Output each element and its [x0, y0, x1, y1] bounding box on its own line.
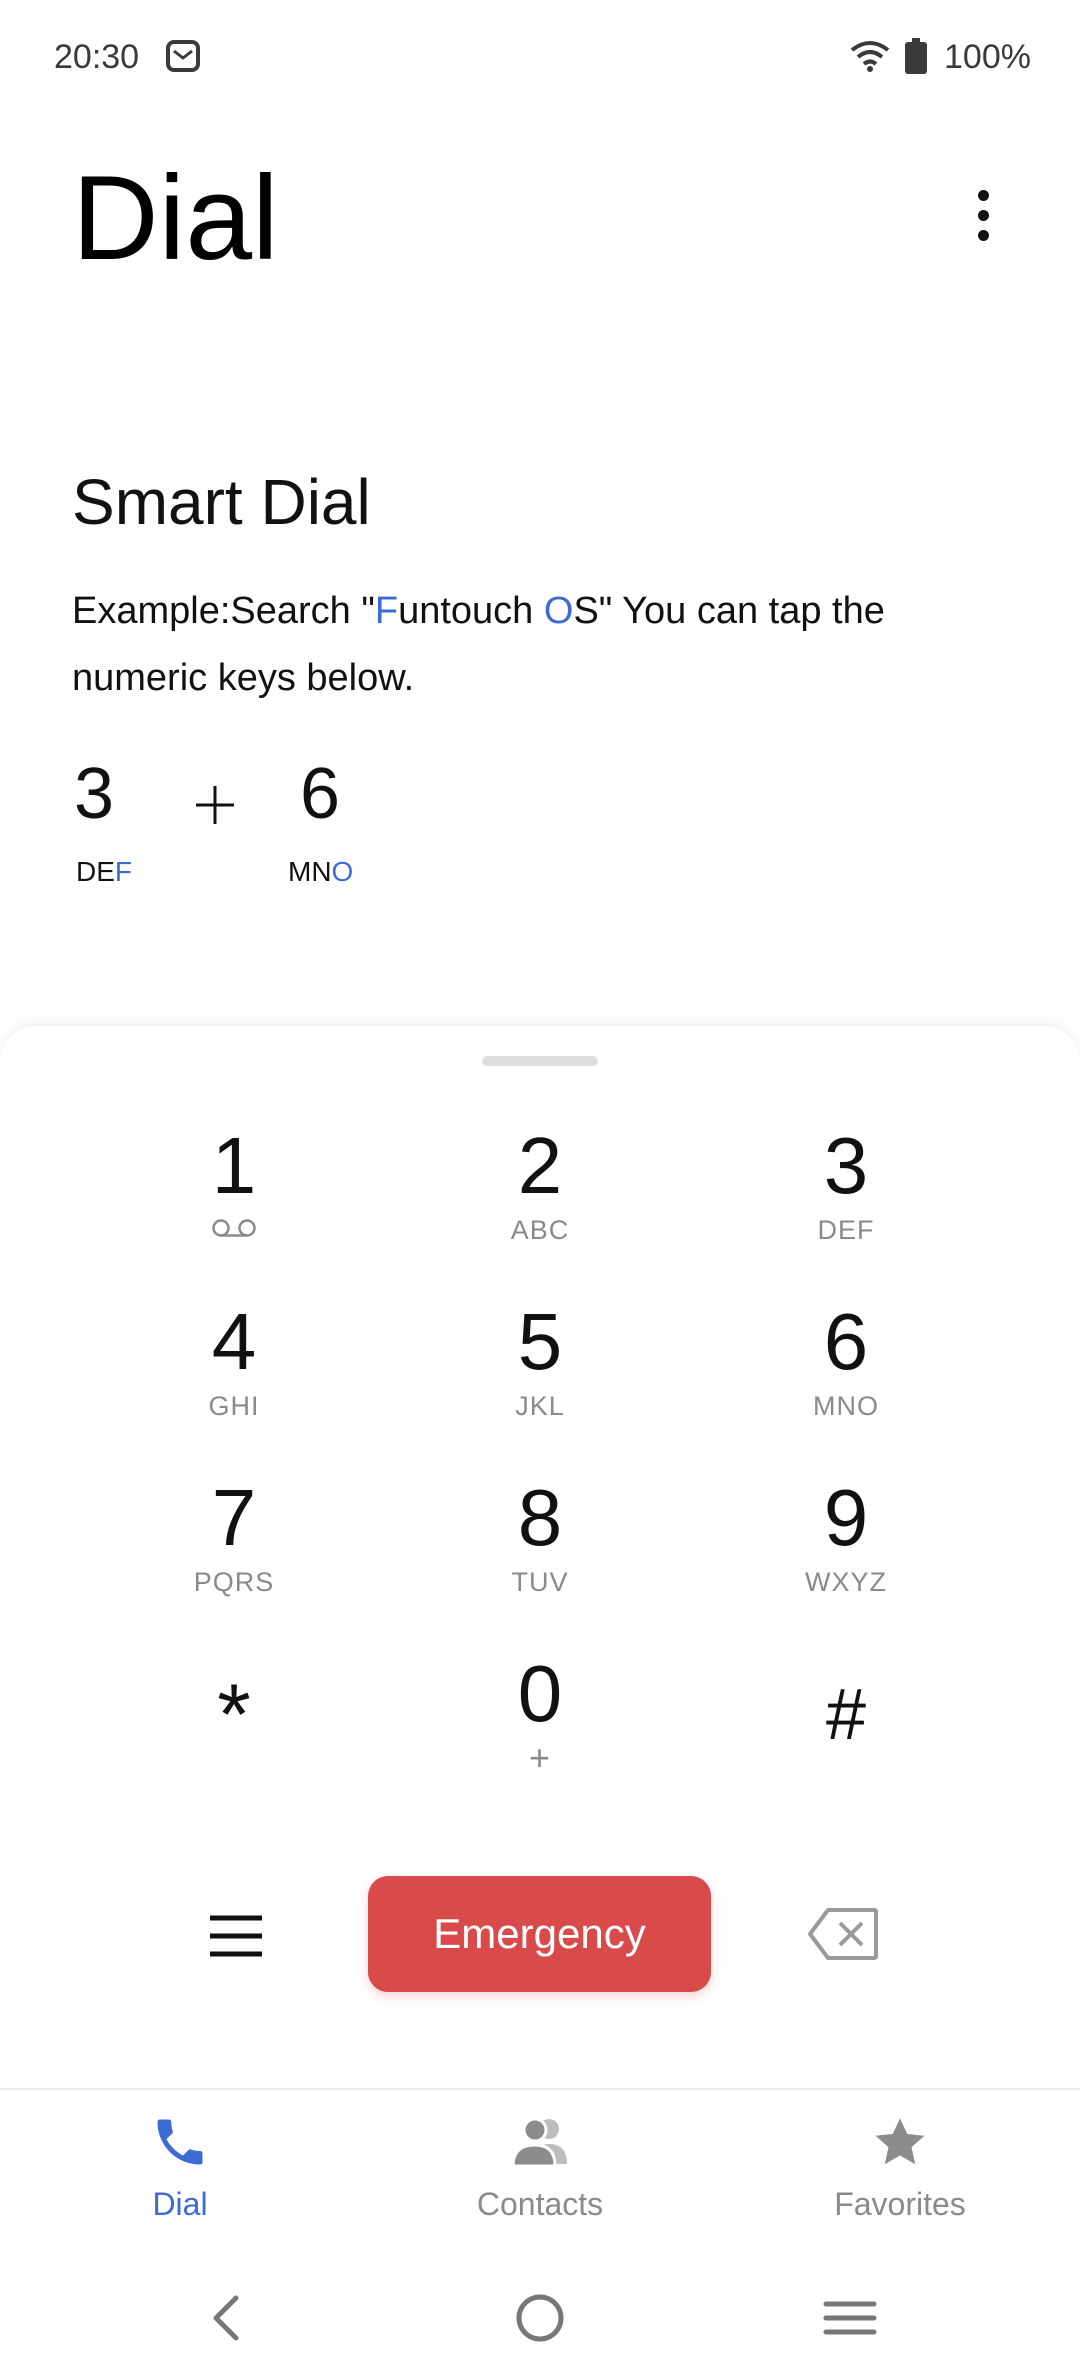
key-hash[interactable]: # [736, 1660, 956, 1820]
smart-dial-description: Example:Search "Funtouch OS" You can tap… [72, 578, 1012, 712]
key-5[interactable]: 5 JKL [430, 1296, 650, 1456]
status-time: 20:30 [54, 38, 140, 76]
contacts-icon [511, 2117, 567, 2168]
recents-icon[interactable] [810, 2290, 890, 2346]
page-title: Dial [72, 151, 279, 285]
example-letters-highlight: F [114, 856, 133, 887]
tip-highlight-o: O [543, 590, 574, 632]
example-letters-base: DE [76, 856, 115, 887]
key-digit: 9 [823, 1473, 869, 1562]
key-letters: ABC [510, 1215, 570, 1245]
nav-dial[interactable]: Dial [60, 2112, 300, 2242]
key-digit: 8 [517, 1473, 563, 1562]
nav-contacts[interactable]: Contacts [420, 2112, 660, 2242]
key-6[interactable]: 6 MNO [736, 1296, 956, 1456]
voicemail-icon [212, 1219, 256, 1237]
example-letters-highlight: O [331, 856, 354, 887]
more-vertical-icon [977, 189, 989, 201]
key-digit: 0 [517, 1649, 563, 1738]
example-digit-6: 6 [300, 754, 341, 834]
key-digit: 1 [211, 1121, 257, 1210]
dialpad-drag-handle[interactable] [482, 1056, 598, 1066]
mail-icon [166, 40, 200, 72]
key-digit: 3 [823, 1121, 869, 1210]
tip-text-prefix: Example:Search " [72, 590, 375, 632]
key-letters: GHI [208, 1391, 260, 1421]
key-digit: 6 [823, 1297, 869, 1386]
nav-label: Contacts [476, 2186, 604, 2222]
key-0[interactable]: 0 + [430, 1648, 650, 1808]
key-star[interactable]: * [124, 1660, 344, 1820]
key-9[interactable]: 9 WXYZ [736, 1472, 956, 1632]
key-3[interactable]: 3 DEF [736, 1120, 956, 1280]
key-8[interactable]: 8 TUV [430, 1472, 650, 1632]
home-icon[interactable] [500, 2290, 580, 2346]
example-letters-mno: MNO [288, 856, 353, 888]
key-digit: 5 [517, 1297, 563, 1386]
example-letters-def: DEF [76, 856, 132, 888]
plus-icon [196, 786, 234, 824]
more-vertical-icon-dot [977, 229, 989, 241]
status-bar: 20:30 100% [0, 0, 1080, 116]
key-letters: PQRS [193, 1567, 275, 1597]
star-icon [875, 2118, 925, 2165]
key-1[interactable]: 1 [124, 1120, 344, 1280]
more-options-button[interactable] [958, 170, 1008, 260]
battery-icon [905, 38, 927, 74]
wifi-icon [850, 41, 890, 72]
smart-dial-title: Smart Dial [72, 466, 371, 538]
key-letters: TUV [511, 1567, 569, 1597]
key-letters: DEF [817, 1215, 875, 1245]
battery-percentage: 100% [944, 38, 1031, 76]
nav-label: Favorites [834, 2186, 966, 2222]
example-digit-3: 3 [74, 754, 115, 834]
more-vertical-icon-dot [977, 209, 989, 221]
key-letters: MNO [813, 1391, 879, 1421]
key-letters: + [528, 1737, 552, 1778]
key-4[interactable]: 4 GHI [124, 1296, 344, 1456]
key-2[interactable]: 2 ABC [430, 1120, 650, 1280]
tip-highlight-f: F [374, 590, 399, 632]
key-digit: 7 [211, 1473, 257, 1562]
nav-label: Dial [152, 2186, 208, 2222]
emergency-button[interactable]: Emergency [368, 1876, 711, 1992]
back-icon[interactable] [188, 2290, 268, 2346]
tip-text-mid: untouch [398, 590, 544, 632]
phone-icon [157, 2119, 203, 2165]
nav-favorites[interactable]: Favorites [780, 2112, 1020, 2242]
example-letters-base: MN [288, 856, 332, 887]
menu-icon[interactable] [196, 1900, 276, 1972]
backspace-icon[interactable] [806, 1906, 880, 1962]
key-digit: 4 [211, 1297, 257, 1386]
key-digit: # [825, 1675, 867, 1755]
key-letters: WXYZ [805, 1567, 887, 1597]
key-letters: JKL [515, 1391, 565, 1421]
key-7[interactable]: 7 PQRS [124, 1472, 344, 1632]
key-digit: * [217, 1667, 251, 1763]
key-digit: 2 [517, 1121, 563, 1210]
